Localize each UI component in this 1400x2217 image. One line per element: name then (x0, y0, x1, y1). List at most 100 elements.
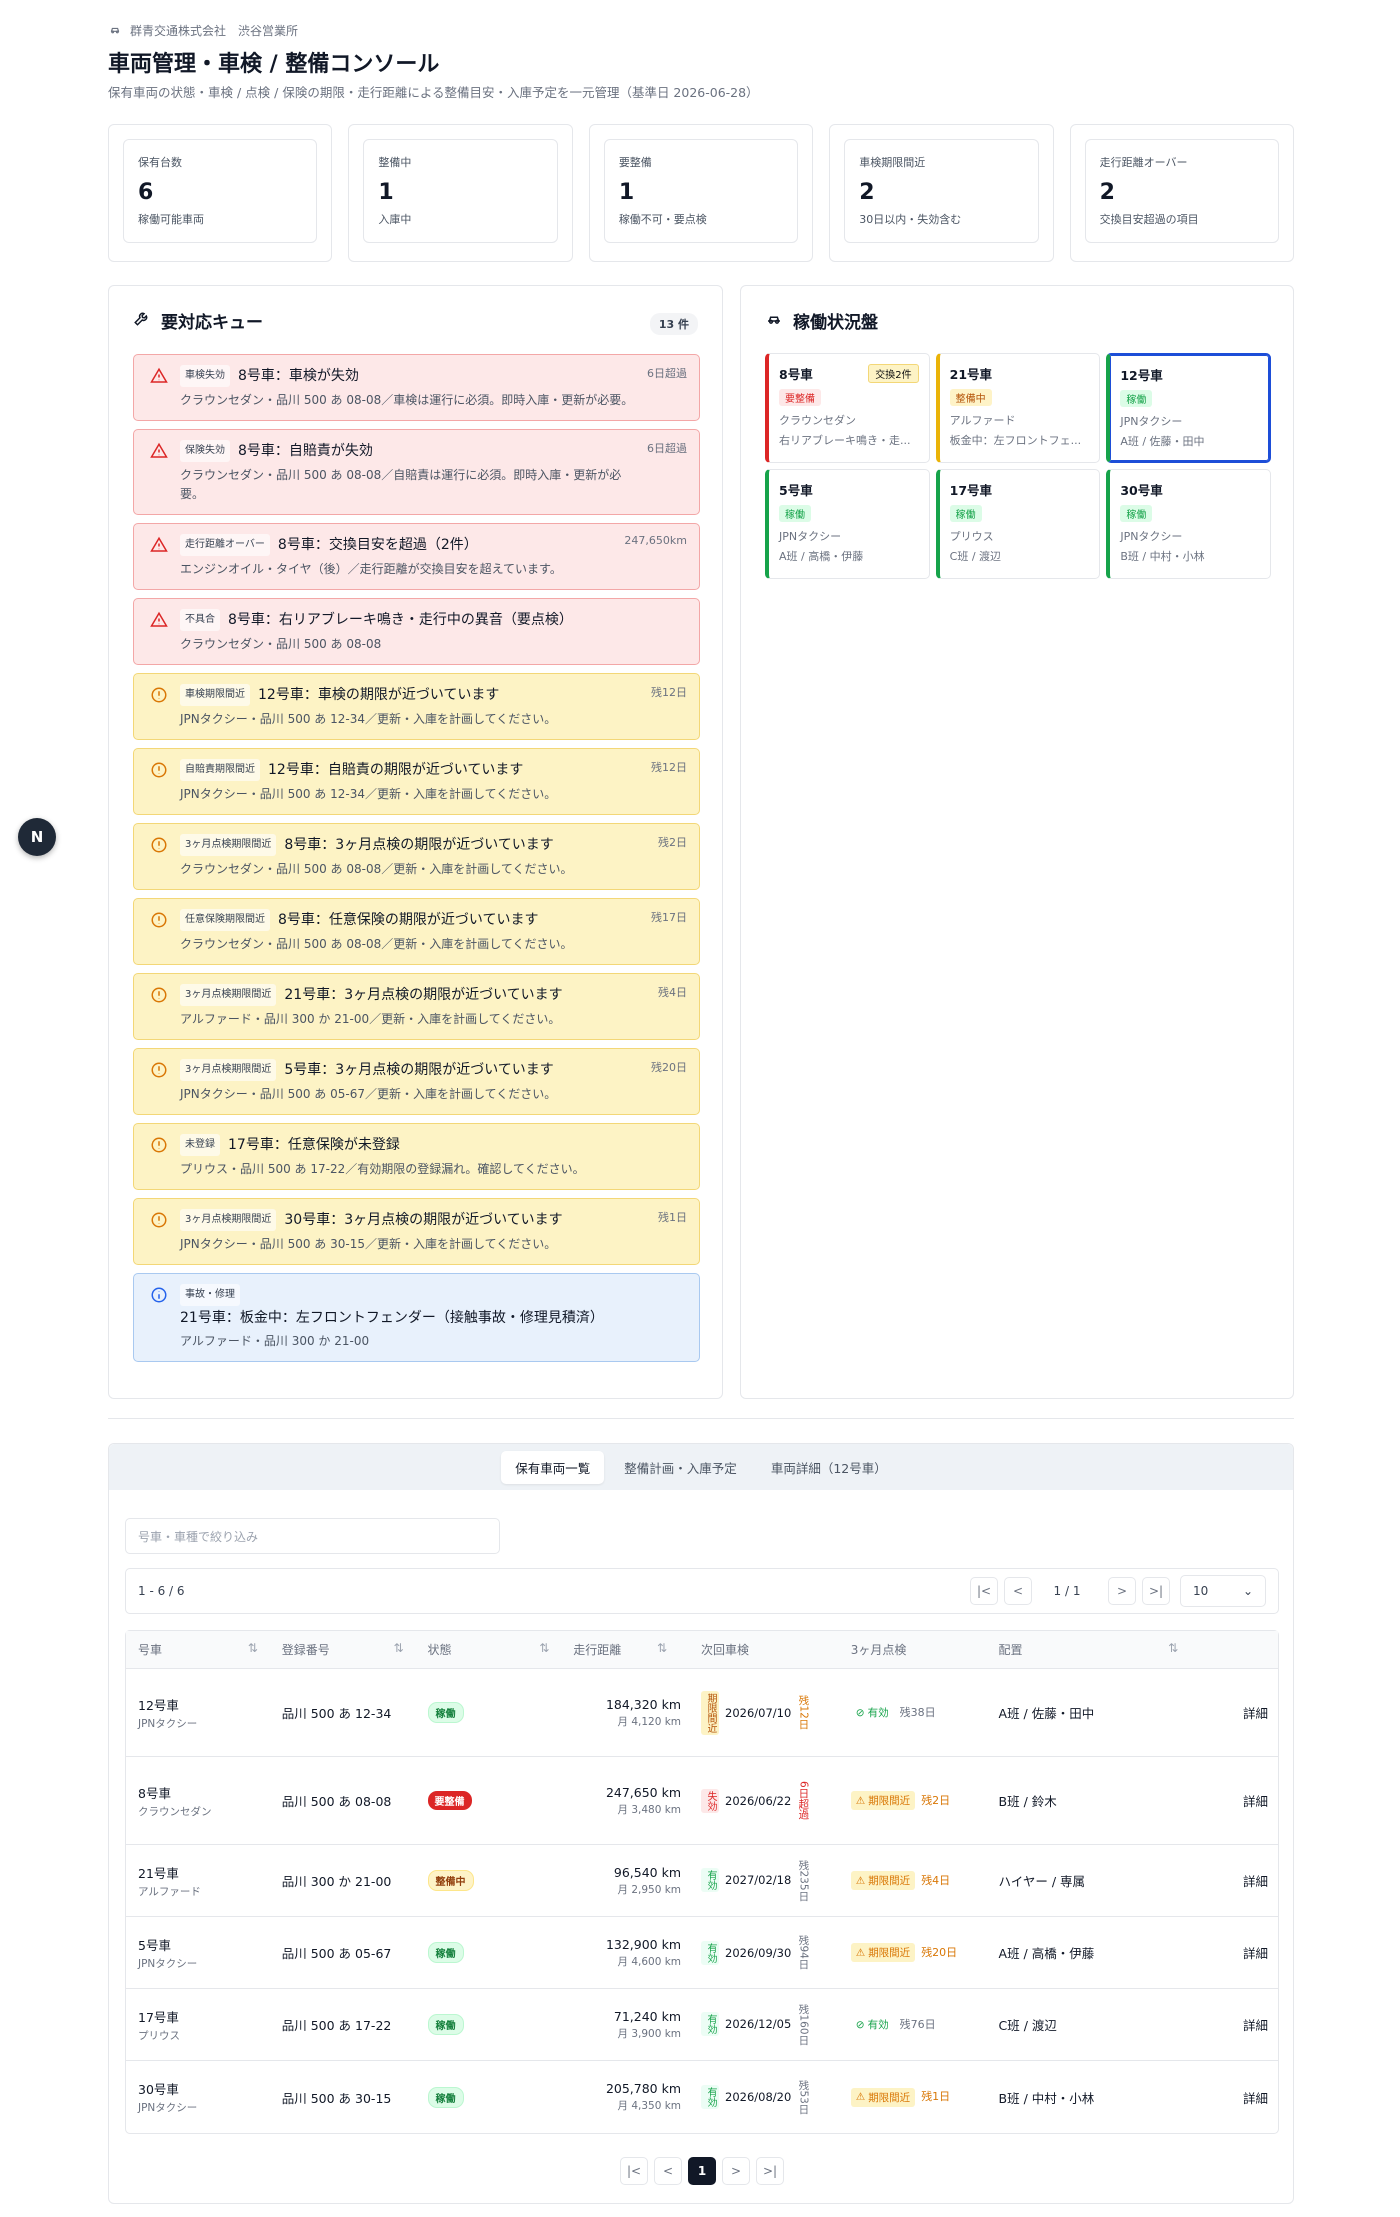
prev-page-button[interactable]: < (654, 2157, 682, 2185)
table-row[interactable]: 8号車 クラウンセダン 品川 500 あ 08-08 要整備 247,650 km 月 3… (126, 1757, 1278, 1845)
queue-item-head: 不具合 8号車：右リアブレーキ鳴き・走行中の異音（要点検） (180, 609, 685, 631)
next-page-button[interactable]: > (722, 2157, 750, 2185)
alert-circle-icon (150, 911, 168, 929)
vehicle-card-number: 5号車 (779, 483, 813, 498)
dev-overlay-badge[interactable]: N (18, 818, 56, 856)
vehicle-cell: 17号車 プリウス (126, 2007, 272, 2043)
vehicle-card[interactable]: 21号車 整備中 アルファード 板金中：左フロントフェ... (935, 353, 1101, 463)
queue-item[interactable]: 車検期限間近 12号車：車検の期限が近づいています JPNタクシー・品川 500 あ… (133, 673, 700, 740)
filter-input[interactable]: 号車・車種で絞り込み (125, 1518, 500, 1554)
vehicle-card[interactable]: 12号車 稼働 JPNタクシー A班 / 佐藤・田中 (1106, 353, 1271, 463)
column-header[interactable]: 走行距離 ⇅ (563, 1641, 691, 1658)
table-row[interactable]: 30号車 JPNタクシー 品川 500 あ 30-15 稼働 205,780 km 月 4… (126, 2061, 1278, 2133)
queue-item-desc: アルファード・品川 300 か 21-00 (180, 1334, 370, 1348)
table-row[interactable]: 12号車 JPNタクシー 品川 500 あ 12-34 稼働 184,320 km 月 4… (126, 1669, 1278, 1757)
assignment: ハイヤー / 専属 (998, 1874, 1086, 1889)
next-page-button[interactable]: > (1108, 1577, 1136, 1605)
queue-item-due: 6日超過 (647, 367, 687, 380)
detail-link[interactable]: 詳細 (1192, 1943, 1278, 1962)
queue-item-head: 事故・修理 21号車：板金中：左フロントフェンダー（接触事故・修理見積済） (180, 1284, 685, 1328)
column-header[interactable]: 次回車検 (691, 1641, 841, 1658)
inspection-cell: 期限間近 2026/07/10 残12日 (691, 1690, 841, 1735)
check-circle-icon: ⊘ (855, 2018, 865, 2031)
queue-item[interactable]: 3ヶ月点検期限間近 21号車：3ヶ月点検の期限が近づいています アルファード・品川 … (133, 973, 700, 1040)
inspection-info: 期限間近 2026/07/10 残12日 (701, 1690, 841, 1735)
car-icon (108, 22, 122, 39)
quarterly-check-cell: ⊘ 有効 残76日 (841, 2015, 989, 2034)
detail-link[interactable]: 詳細 (1192, 1703, 1278, 1722)
tab-1[interactable]: 整備計画・入庫予定 (610, 1451, 751, 1484)
stat-note: 稼働可能車両 (138, 213, 204, 226)
column-header[interactable]: 状態 ⇅ (418, 1641, 564, 1658)
tab-0[interactable]: 保有車両一覧 (501, 1450, 605, 1484)
queue-item[interactable]: 自賠責期限間近 12号車：自賠責の期限が近づいています JPNタクシー・品川 500… (133, 748, 700, 815)
quarterly-check-label: 期限間近 (868, 1795, 911, 1807)
queue-item-tag: 3ヶ月点検期限間近 (180, 1209, 277, 1231)
queue-item-title: 12号車：自賠責の期限が近づいています (268, 762, 524, 778)
plate-number: 品川 500 あ 12-34 (281, 1706, 392, 1721)
vehicle-card[interactable]: 5号車 稼働 JPNタクシー A班 / 高橋・伊藤 (765, 469, 930, 579)
detail-link[interactable]: 詳細 (1192, 2015, 1278, 2034)
queue-item[interactable]: 走行距離オーバー 8号車：交換目安を超過（2件） エンジンオイル・タイヤ（後）／走行… (133, 523, 700, 590)
status-board-panel: 稼働状況盤 8号車 要整備 クラウンセダン 右リアブレーキ鳴き・走... 交換2件 21号… (740, 285, 1294, 1399)
inspection-tag: 失効 (701, 1788, 720, 1813)
last-page-button[interactable]: >| (756, 2157, 784, 2185)
detail-link[interactable]: 詳細 (1192, 2088, 1278, 2107)
last-page-button[interactable]: >| (1142, 1577, 1170, 1605)
stat-value: 6 (138, 180, 154, 205)
queue-item[interactable]: 未登録 17号車：任意保険が未登録 プリウス・品川 500 あ 17-22／有効期限… (133, 1123, 700, 1190)
detail-link[interactable]: 詳細 (1192, 1791, 1278, 1810)
queue-item-desc: JPNタクシー・品川 500 あ 12-34／更新・入庫を計画してください。 (180, 787, 557, 801)
vehicle-card[interactable]: 17号車 稼働 プリウス C班 / 渡辺 (935, 469, 1101, 579)
tab-2[interactable]: 車両詳細（12号車） (757, 1451, 901, 1484)
detail-link-label: 詳細 (1243, 1946, 1269, 1961)
vehicle-number: 5号車 (138, 1937, 171, 1953)
queue-item[interactable]: 保険失効 8号車：自賠責が失効 クラウンセダン・品川 500 あ 08-08／自賠責… (133, 429, 700, 515)
queue-item[interactable]: 事故・修理 21号車：板金中：左フロントフェンダー（接触事故・修理見積済） アルファ… (133, 1273, 700, 1362)
mileage-cell: 96,540 km 月 2,950 km (563, 1865, 691, 1897)
queue-item-tag: 保険失効 (180, 440, 230, 462)
inspection-tag: 有効 (701, 1940, 720, 1965)
page-1-button[interactable]: 1 (688, 2157, 716, 2185)
quarterly-check-cell: ⊘ 有効 残38日 (841, 1703, 989, 1722)
detail-link[interactable]: 詳細 (1192, 1871, 1278, 1890)
stat-card-outer: 走行距離オーバー 2 交換目安超過の項目 (1069, 124, 1295, 262)
status-badge: 整備中 (427, 1870, 474, 1891)
page-size-select[interactable]: 10 ⌄ (1180, 1575, 1266, 1607)
quarterly-check-tag: ⚠ 期限間近 (850, 1943, 916, 1962)
column-header[interactable]: 配置 ⇅ (989, 1641, 1193, 1658)
queue-item[interactable]: 車検失効 8号車：車検が失効 クラウンセダン・品川 500 あ 08-08／車検は運… (133, 354, 700, 421)
column-header[interactable]: 号車 ⇅ (126, 1641, 272, 1658)
quarterly-check-cell: ⚠ 期限間近 残4日 (841, 1871, 989, 1890)
vehicle-card[interactable]: 30号車 稼働 JPNタクシー B班 / 中村・小林 (1106, 469, 1271, 579)
table-row[interactable]: 5号車 JPNタクシー 品川 500 あ 05-67 稼働 132,900 km 月 4,… (126, 1917, 1278, 1989)
queue-item[interactable]: 任意保険期限間近 8号車：任意保険の期限が近づいています クラウンセダン・品川 50… (133, 898, 700, 965)
table-row[interactable]: 17号車 プリウス 品川 500 あ 17-22 稼働 71,240 km 月 3,900… (126, 1989, 1278, 2061)
column-header[interactable]: 登録番号 ⇅ (272, 1641, 418, 1658)
action-queue-panel: 要対応キュー 13 件 車検失効 8号車：車検が失効 クラウンセダン・品川 500 … (108, 285, 723, 1399)
stat-card: 走行距離オーバー 2 交換目安超過の項目 (1084, 139, 1280, 243)
inspection-remaining: 残235日 (797, 1859, 810, 1902)
queue-item-head: 3ヶ月点検期限間近 21号車：3ヶ月点検の期限が近づいています (180, 984, 685, 1006)
first-page-button[interactable]: |< (620, 2157, 648, 2185)
first-page-button[interactable]: |< (970, 1577, 998, 1605)
inspection-tag: 有効 (701, 1868, 720, 1893)
car-icon (765, 309, 783, 332)
prev-page-button[interactable]: < (1004, 1577, 1032, 1605)
alert-circle-icon (150, 986, 168, 1004)
sort-icon: ⇅ (656, 1641, 668, 1655)
page-title: 車両管理・車検 / 整備コンソール (108, 52, 440, 77)
vehicle-card[interactable]: 8号車 要整備 クラウンセダン 右リアブレーキ鳴き・走... 交換2件 (765, 353, 930, 463)
column-header-label: 3ヶ月点検 (850, 1643, 907, 1657)
queue-item[interactable]: 3ヶ月点検期限間近 5号車：3ヶ月点検の期限が近づいています JPNタクシー・品川 … (133, 1048, 700, 1115)
stat-value: 2 (859, 180, 875, 205)
status-cell: 整備中 (418, 1870, 564, 1891)
table-row[interactable]: 21号車 アルファード 品川 300 か 21-00 整備中 96,540 km 月 2,… (126, 1845, 1278, 1917)
queue-item[interactable]: 不具合 8号車：右リアブレーキ鳴き・走行中の異音（要点検） クラウンセダン・品川 5… (133, 598, 700, 665)
warning-triangle-icon (150, 442, 168, 460)
queue-item-title: 21号車：3ヶ月点検の期限が近づいています (284, 987, 563, 1003)
queue-item[interactable]: 3ヶ月点検期限間近 8号車：3ヶ月点検の期限が近づいています クラウンセダン・品川 … (133, 823, 700, 890)
queue-item[interactable]: 3ヶ月点検期限間近 30号車：3ヶ月点検の期限が近づいています JPNタクシー・品川… (133, 1198, 700, 1265)
column-header[interactable]: 3ヶ月点検 (841, 1641, 989, 1658)
vehicle-card-sub: C班 / 渡辺 (949, 550, 1002, 563)
